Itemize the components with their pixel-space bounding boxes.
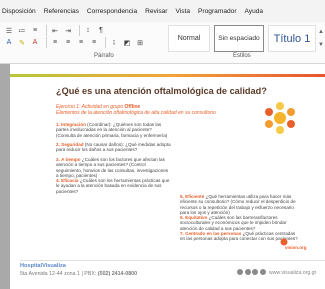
bullets-icon[interactable]: ☰ <box>4 26 14 36</box>
menu-referencias[interactable]: Referencias <box>44 8 79 15</box>
footer-address: 5ta Avenida 12-44 zona 1 | PBX: (502) 24… <box>20 271 138 277</box>
list-item: 1. Integración (Coordinar): ¿Quiénes son… <box>56 122 168 138</box>
group-label-paragraph: Párrafo <box>94 53 114 59</box>
style-normal[interactable]: Normal <box>168 25 210 52</box>
align-center-icon[interactable]: ≡ <box>63 38 73 48</box>
paragraph-row-1: ☰ ≔ ≡ ⇤ ⇥ ↕ ¶ <box>4 25 109 36</box>
list-item: 4. Eficacia ¿Cuáles son los herramientas… <box>56 178 170 194</box>
styles-gallery: Normal Sin espaciado Título 1 <box>168 25 318 52</box>
footer-divider <box>20 260 325 261</box>
font-color-icon[interactable]: A <box>30 38 40 48</box>
youtube-icon[interactable] <box>252 269 258 275</box>
instagram-icon[interactable] <box>244 269 251 275</box>
menu-vista[interactable]: Vista <box>175 8 190 15</box>
justify-icon[interactable]: ≡ <box>89 38 99 48</box>
footer-phone: (502) 2414-0800 <box>97 271 138 277</box>
style-sin-espaciado[interactable]: Sin espaciado <box>214 25 264 52</box>
list-item: 6. Equitativo ¿Cuáles son las barreras/f… <box>180 215 287 231</box>
list-item: 3. A tiempo ¿Cuáles son los factores que… <box>56 157 169 179</box>
decrease-indent-icon[interactable]: ⇤ <box>50 26 60 36</box>
paragraph-row-2: A ✎ A ≡ ≡ ≡ ≡ ↨ ◩ ⊞ <box>4 37 148 48</box>
text-effects-icon[interactable]: A <box>4 38 14 48</box>
numbering-icon[interactable]: ≔ <box>17 26 27 36</box>
social-icons <box>237 269 266 275</box>
menu-disposicion[interactable]: Disposición <box>2 8 36 15</box>
menu-revisar[interactable]: Revisar <box>145 8 167 15</box>
menu-ayuda[interactable]: Ayuda <box>245 8 264 15</box>
top-color-stripe <box>10 74 325 77</box>
menu-bar: Disposición Referencias Correspondencia … <box>0 0 325 22</box>
group-label-styles: Estilos <box>233 53 251 59</box>
list-item: 5. Eficiente ¿Qué herramientas utiliza p… <box>180 194 296 216</box>
menu-correspondencia[interactable]: Correspondencia <box>87 8 137 15</box>
page-title: ¿Qué es una atención oftalmológica de ca… <box>56 86 267 96</box>
style-titulo-1[interactable]: Título 1 <box>268 25 316 52</box>
document-page: ¿Qué es una atención oftalmológica de ca… <box>10 64 325 289</box>
sort-icon[interactable]: ↕ <box>83 26 93 36</box>
styles-scroll[interactable]: ▲ ▼ <box>317 25 325 52</box>
show-marks-icon[interactable]: ¶ <box>96 26 106 36</box>
small-logo-text: vision.org <box>285 245 307 250</box>
ribbon: ☰ ≔ ≡ ⇤ ⇥ ↕ ¶ A ✎ A ≡ ≡ ≡ ≡ ↨ ◩ ⊞ Párraf… <box>0 22 325 64</box>
multilevel-list-icon[interactable]: ≡ <box>30 26 40 36</box>
align-left-icon[interactable]: ≡ <box>50 38 60 48</box>
twitter-icon[interactable] <box>259 269 266 275</box>
menu-programador[interactable]: Programador <box>198 8 236 15</box>
chevron-down-icon[interactable]: ▼ <box>318 42 324 48</box>
borders-icon[interactable]: ⊞ <box>135 38 145 48</box>
quality-wheel-diagram <box>265 102 295 134</box>
increase-indent-icon[interactable]: ⇥ <box>63 26 73 36</box>
line-spacing-icon[interactable]: ↨ <box>109 38 119 48</box>
shading-icon[interactable]: ◩ <box>122 38 132 48</box>
highlight-color-icon[interactable]: ✎ <box>17 38 27 48</box>
footer-website[interactable]: www.visualiza.org.gt <box>269 270 316 276</box>
footer-title: HospitalVisualiza <box>20 263 66 269</box>
list-item: 2. Seguridad (No causar daños): ¿Qué med… <box>56 142 171 153</box>
exercise-subtitle: Elementos de la atención oftalmológica d… <box>56 110 216 116</box>
word-window: Disposición Referencias Correspondencia … <box>0 0 325 289</box>
align-right-icon[interactable]: ≡ <box>76 38 86 48</box>
chevron-up-icon[interactable]: ▲ <box>318 29 324 35</box>
facebook-icon[interactable] <box>237 269 243 275</box>
small-logo: vision.org <box>280 238 307 252</box>
